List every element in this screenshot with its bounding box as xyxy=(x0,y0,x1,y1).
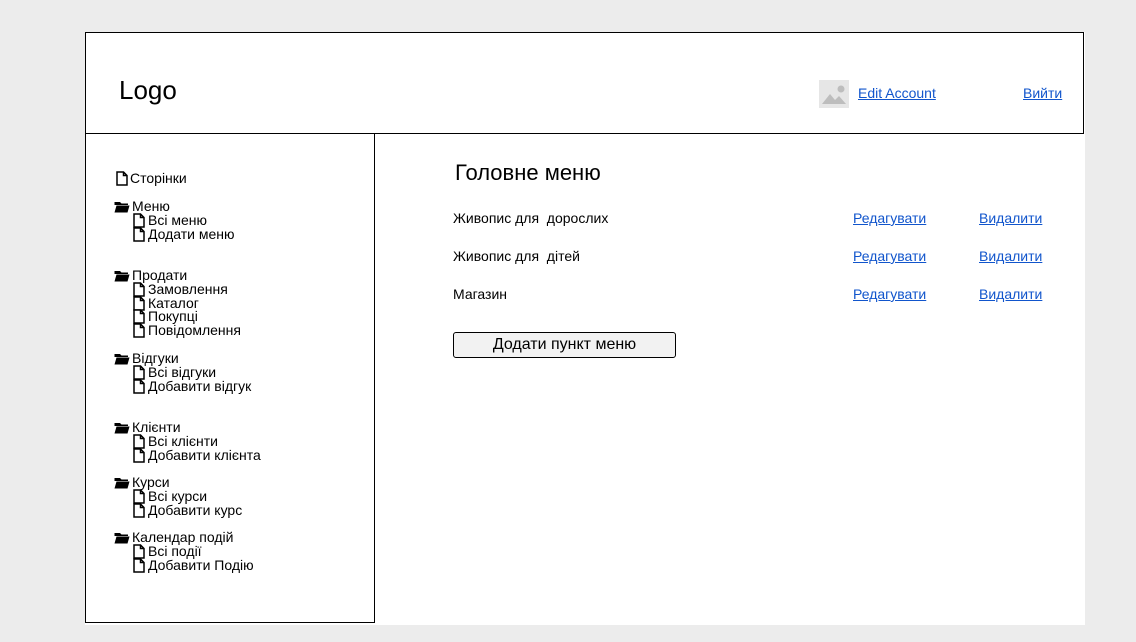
sidebar-subitem-label: Додати меню xyxy=(148,225,235,242)
sidebar-subitem-label: Повідомлення xyxy=(148,322,241,339)
folder-icon xyxy=(114,201,130,213)
menu-item-label: Магазин xyxy=(453,286,508,302)
page: Logo Edit Account Вийти Сторінки Меню Всі … xyxy=(85,32,1085,625)
folder-icon xyxy=(114,353,130,365)
logout-link[interactable]: Вийти xyxy=(1023,85,1062,101)
edit-menu-item-link[interactable]: Редагувати xyxy=(853,210,926,226)
header: Logo Edit Account Вийти xyxy=(85,32,1084,134)
delete-menu-item-link[interactable]: Видалити xyxy=(979,286,1042,302)
file-icon xyxy=(133,226,145,242)
delete-menu-item-link[interactable]: Видалити xyxy=(979,248,1042,264)
delete-menu-item-link[interactable]: Видалити xyxy=(979,210,1042,226)
file-icon xyxy=(133,502,145,518)
sidebar-subitem[interactable]: Добавити відгук xyxy=(133,377,252,394)
add-menu-item-button[interactable]: Додати пункт меню xyxy=(453,332,676,358)
file-icon xyxy=(133,323,145,338)
folder-icon xyxy=(114,532,130,544)
sidebar-subitem-label: Добавити відгук xyxy=(148,377,252,394)
page-title: Головне меню xyxy=(455,160,601,185)
edit-menu-item-link[interactable]: Редагувати xyxy=(853,248,926,264)
sidebar-subitem[interactable]: Добавити курс xyxy=(133,501,243,518)
edit-menu-item-link[interactable]: Редагувати xyxy=(853,286,926,302)
menu-item-label: Живопис для дітей xyxy=(453,248,580,264)
file-icon xyxy=(133,378,145,394)
sidebar: Сторінки Меню Всі меню Додати меню Продати За… xyxy=(85,134,375,623)
edit-account-link[interactable]: Edit Account xyxy=(858,85,936,101)
sidebar-item-pages-label: Сторінки xyxy=(130,170,187,186)
folder-icon xyxy=(114,477,130,489)
main-content: Головне меню Живопис для дорослих Редагу… xyxy=(375,134,1084,623)
sidebar-subitem[interactable]: Добавити Подію xyxy=(133,556,254,573)
sidebar-subitem[interactable]: Додати меню xyxy=(133,225,235,242)
file-icon xyxy=(133,447,145,463)
logo: Logo xyxy=(119,75,177,105)
sidebar-subitem[interactable]: Добавити клієнта xyxy=(133,446,261,463)
sidebar-subitem-label: Добавити клієнта xyxy=(148,446,261,463)
file-icon xyxy=(116,171,128,186)
sidebar-subitem-label: Добавити Подію xyxy=(148,556,254,573)
sidebar-subitem[interactable]: Повідомлення xyxy=(133,323,241,338)
sidebar-nav: Сторінки Меню Всі меню Додати меню Продати За… xyxy=(86,134,374,622)
image-placeholder-icon xyxy=(819,80,849,108)
sidebar-item-pages[interactable]: Сторінки xyxy=(116,171,187,186)
menu-item-label: Живопис для дорослих xyxy=(453,210,609,226)
folder-icon xyxy=(114,270,130,282)
folder-icon xyxy=(114,422,130,434)
sidebar-subitem-label: Добавити курс xyxy=(148,501,243,518)
file-icon xyxy=(133,557,145,573)
